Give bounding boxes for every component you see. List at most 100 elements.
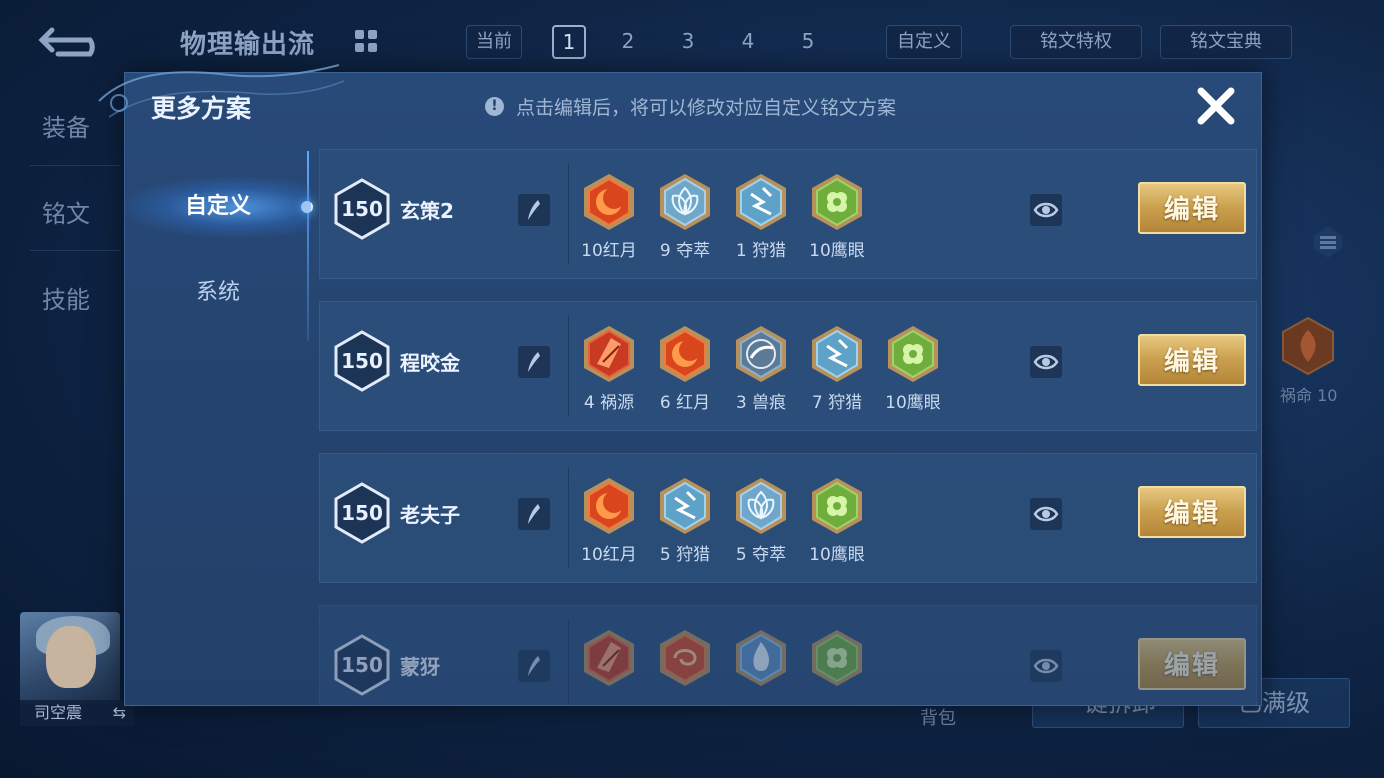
hawk-eye-rune-icon [812, 478, 862, 534]
eye-icon [1033, 354, 1059, 370]
build-title: 物理输出流 [180, 30, 316, 60]
red-moon-rune-icon [584, 478, 634, 534]
red-swirl-rune-icon [660, 630, 710, 686]
rune-item[interactable] [654, 628, 716, 692]
rune-item[interactable]: 10鹰眼 [806, 172, 868, 261]
list-icon[interactable] [1312, 224, 1344, 260]
preview-button[interactable] [1030, 498, 1062, 530]
preview-button[interactable] [1030, 346, 1062, 378]
seize-rune-icon [660, 174, 710, 230]
plan-row[interactable]: 150 老夫子 10红月 5 狩猎 5 夺萃 10鹰眼 编辑 [319, 453, 1257, 583]
plan-list[interactable]: 150 玄策2 10红月 9 夺萃 1 狩猎 10鹰眼 编辑 150 程咬金 4 祸源 6 红月 3 … [319, 149, 1257, 705]
rune-label: 9 夺萃 [659, 241, 711, 261]
preview-button[interactable] [1030, 194, 1062, 226]
rename-button[interactable] [518, 498, 550, 530]
plan-row[interactable]: 150 玄策2 10红月 9 夺萃 1 狩猎 10鹰眼 编辑 [319, 149, 1257, 279]
page-button-3[interactable]: 3 [672, 25, 704, 57]
rune-item[interactable]: 6 红月 [654, 324, 716, 413]
tab-runes[interactable]: 铭文 [42, 194, 90, 229]
calamity-rune-icon [584, 326, 634, 382]
page-button-5[interactable]: 5 [792, 25, 824, 57]
hero-avatar[interactable] [20, 612, 120, 704]
rune-item[interactable] [578, 628, 640, 692]
nav-item-system[interactable]: 系统 [125, 263, 311, 323]
treasury-label: 铭文宝典 [1190, 31, 1262, 52]
red-moon-rune-icon [660, 326, 710, 382]
hawk-eye-rune-icon [812, 630, 862, 686]
plan-name: 老夫子 [400, 503, 460, 527]
rune-label: 5 夺萃 [735, 545, 787, 565]
pen-icon [528, 504, 540, 524]
preview-button[interactable] [1030, 650, 1062, 682]
more-plans-dialog: 更多方案 ! 点击编辑后，将可以修改对应自定义铭文方案 自定义 系统 150 玄策… [98, 64, 1262, 706]
pen-icon [528, 200, 540, 220]
nav-item-custom[interactable]: 自定义 [125, 177, 311, 237]
page-button-4[interactable]: 4 [732, 25, 764, 57]
divider [568, 468, 569, 568]
hero-face [46, 626, 96, 688]
rename-button[interactable] [518, 650, 550, 682]
page-button-1[interactable]: 1 [552, 25, 586, 59]
edit-button[interactable]: 编辑 [1138, 334, 1246, 386]
calamity-rune-icon [584, 630, 634, 686]
edit-button[interactable]: 编辑 [1138, 486, 1246, 538]
hawk-eye-rune-icon [812, 174, 862, 230]
plan-row[interactable]: 150 蒙犽 编辑 [319, 605, 1257, 705]
edit-notice: ! 点击编辑后，将可以修改对应自定义铭文方案 [485, 93, 896, 120]
rune-item[interactable] [806, 628, 868, 692]
hero-name[interactable]: 司空震 ⇆ [20, 700, 134, 726]
rune-treasury-button[interactable]: 铭文宝典 [1160, 25, 1292, 59]
level-value: 150 [341, 349, 383, 373]
rune-item[interactable]: 10红月 [578, 172, 640, 261]
rune-label: 5 狩猎 [659, 545, 711, 565]
hero-name-label: 司空震 [34, 703, 83, 722]
back-arrow-icon[interactable] [38, 24, 106, 58]
divider [568, 620, 569, 705]
rune-item[interactable]: 4 祸源 [578, 324, 640, 413]
grid-icon[interactable] [355, 30, 377, 52]
tab-equipment[interactable]: 装备 [42, 108, 90, 143]
hunt-rune-icon [736, 174, 786, 230]
rune-privilege-button[interactable]: 铭文特权 [1010, 25, 1142, 59]
privilege-label: 铭文特权 [1040, 31, 1112, 52]
edit-button[interactable]: 编辑 [1138, 638, 1246, 690]
calamity-rune-icon[interactable] [1280, 316, 1336, 376]
plan-name: 玄策2 [400, 199, 454, 223]
rune-label: 3 兽痕 [735, 393, 787, 413]
rename-button[interactable] [518, 194, 550, 226]
rune-item[interactable]: 10鹰眼 [882, 324, 944, 413]
rune-label: 4 祸源 [583, 393, 635, 413]
close-icon[interactable] [1193, 83, 1239, 129]
beast-mark-rune-icon [736, 326, 786, 382]
rune-item[interactable]: 9 夺萃 [654, 172, 716, 261]
rename-button[interactable] [518, 346, 550, 378]
rune-label: 7 狩猎 [811, 393, 863, 413]
rune-item[interactable]: 10红月 [578, 476, 640, 565]
bag-label: 背包 [920, 708, 956, 729]
level-value: 150 [341, 653, 383, 677]
plan-name: 蒙犽 [400, 655, 440, 679]
plan-row[interactable]: 150 程咬金 4 祸源 6 红月 3 兽痕 7 狩猎 10鹰眼 编辑 [319, 301, 1257, 431]
custom-button[interactable]: 自定义 [886, 25, 962, 59]
rune-item[interactable]: 5 夺萃 [730, 476, 792, 565]
rune-item[interactable]: 7 狩猎 [806, 324, 868, 413]
level-badge: 150 [334, 330, 390, 392]
divider [30, 165, 120, 166]
dialog-header: 更多方案 ! 点击编辑后，将可以修改对应自定义铭文方案 [98, 64, 1261, 139]
tab-skills[interactable]: 技能 [42, 280, 90, 315]
eye-icon [1033, 202, 1059, 218]
rune-item[interactable]: 5 狩猎 [654, 476, 716, 565]
page-button-2[interactable]: 2 [612, 25, 644, 57]
current-label: 当前 [466, 25, 522, 59]
divider [568, 316, 569, 416]
rune-item[interactable]: 3 兽痕 [730, 324, 792, 413]
rune-label: 1 狩猎 [735, 241, 787, 261]
rune-item[interactable]: 1 狩猎 [730, 172, 792, 261]
edit-button[interactable]: 编辑 [1138, 182, 1246, 234]
level-badge: 150 [334, 482, 390, 544]
rune-item[interactable]: 10鹰眼 [806, 476, 868, 565]
info-icon: ! [485, 97, 504, 116]
red-moon-rune-icon [584, 174, 634, 230]
rune-label: 10红月 [581, 241, 637, 261]
rune-item[interactable] [730, 628, 792, 692]
